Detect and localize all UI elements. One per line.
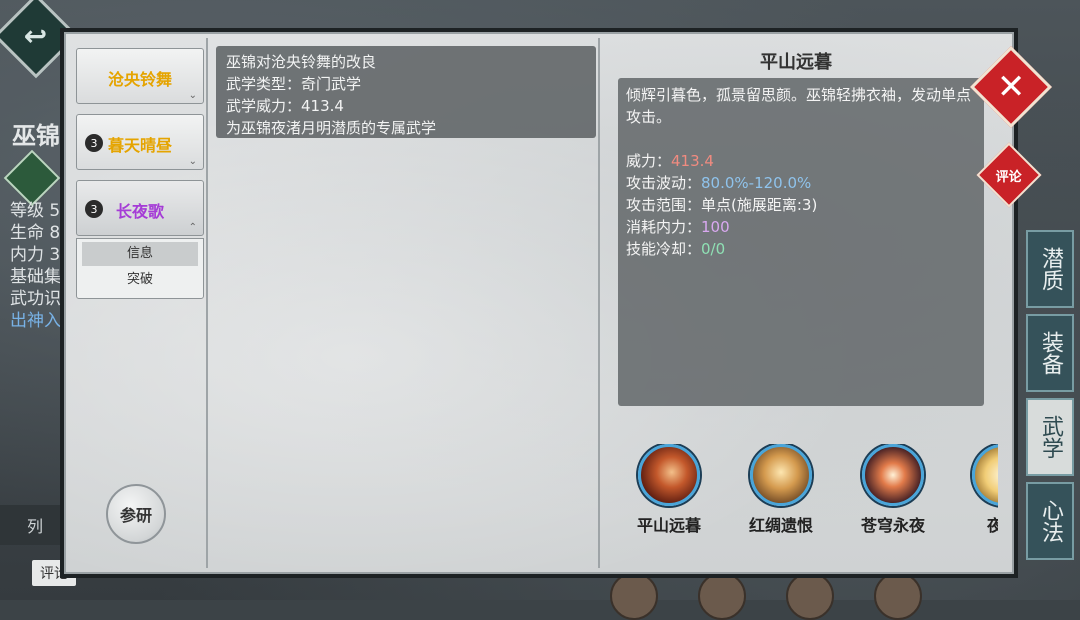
stat-value: 100 (701, 218, 730, 236)
stat-row: 技能冷却：0/0 (626, 238, 976, 260)
skill-icon-label: 平山远暮 (636, 516, 701, 535)
column-divider (598, 38, 600, 568)
comment-label: 评论 (995, 169, 1023, 185)
stat-row: 攻击范围：单点(施展距离:3) (626, 194, 976, 216)
type-label: 武学类型： (226, 75, 302, 93)
description-line: 为巫锦夜渚月明潜质的专属武学 (226, 119, 437, 137)
portrait-avatar[interactable] (698, 572, 746, 620)
glowing-figure-icon (750, 444, 812, 506)
skill-icon-row: 平山远暮 红绸遗恨 苍穹永夜 夜尽 (618, 444, 998, 564)
skill-icon-label: 苍穹永夜 (860, 516, 925, 535)
stat-value: 0/0 (701, 240, 726, 258)
submenu-breakthrough[interactable]: 突破 (82, 268, 198, 292)
character-name: 巫锦 (12, 121, 60, 150)
tab-potential[interactable]: 潜质 (1026, 230, 1074, 308)
stat-link[interactable]: 出神入 (10, 310, 61, 332)
column-divider (206, 38, 208, 568)
skill-dialog: 沧央铃舞 ⌄ 3 暮天晴昼 ⌄ 3 长夜歌 ⌃ 信息 突破 参研 巫锦对沧央铃舞… (60, 28, 1018, 578)
cross-light-icon (862, 444, 924, 506)
stat-value: 413.4 (671, 152, 714, 170)
stat-line: 内力 3 (10, 245, 61, 265)
stat-line: 基础集 (10, 267, 61, 287)
tab-mind-method[interactable]: 心法 (1026, 482, 1074, 560)
skill-item-selected[interactable]: 3 长夜歌 ⌃ (76, 180, 204, 236)
stat-line: 武功识 (10, 289, 61, 309)
skill-item[interactable]: 3 暮天晴昼 ⌄ (76, 114, 204, 170)
description-type: 武学类型：奇门武学 (226, 73, 586, 95)
research-button[interactable]: 参研 (106, 484, 166, 544)
skill-list: 沧央铃舞 ⌄ 3 暮天晴昼 ⌄ 3 长夜歌 ⌃ 信息 突破 (76, 48, 206, 299)
stat-value: 单点(施展距离:3) (701, 196, 818, 214)
sun-burst-icon (972, 444, 998, 506)
description-power: 武学威力：413.4 (226, 95, 586, 117)
stat-value: 80.0%-120.0% (701, 174, 812, 192)
tab-equipment[interactable]: 装备 (1026, 314, 1074, 392)
stat-label: 消耗内力： (626, 218, 702, 236)
skill-icon-button[interactable]: 红绸遗恨 (736, 444, 826, 536)
detail-title: 平山远暮 (760, 52, 832, 73)
chevron-down-icon: ⌄ (188, 156, 197, 167)
back-arrow-icon: ↩ (24, 19, 48, 53)
skill-submenu: 信息 突破 (76, 238, 204, 299)
portrait-avatar[interactable] (786, 572, 834, 620)
stat-row: 消耗内力：100 (626, 216, 976, 238)
stat-label: 攻击范围： (626, 196, 702, 214)
skill-icon-label: 红绸遗恨 (748, 516, 813, 535)
type-value: 奇门武学 (301, 75, 362, 93)
power-value: 413.4 (301, 97, 344, 115)
stat-row: 威力：413.4 (626, 150, 976, 172)
detail-panel: 倾辉引暮色，孤景留思颜。巫锦轻拂衣袖，发动单点攻击。 威力：413.4 攻击波动… (618, 78, 984, 406)
dialog-panel: 沧央铃舞 ⌄ 3 暮天晴昼 ⌄ 3 长夜歌 ⌃ 信息 突破 参研 巫锦对沧央铃舞… (64, 32, 1014, 574)
close-icon: ✕ (996, 67, 1026, 107)
stat-label: 攻击波动： (626, 174, 702, 192)
character-stats: 等级 5 生命 8 内力 3 基础集 武功识 出神入 (10, 200, 61, 332)
power-label: 武学威力： (226, 97, 302, 115)
stat-row: 攻击波动：80.0%-120.0% (626, 172, 976, 194)
skill-name: 沧央铃舞 (107, 70, 172, 89)
description-line: 巫锦对沧央铃舞的改良 (226, 53, 377, 71)
tab-martial-arts[interactable]: 武学 (1026, 398, 1074, 476)
side-tab-bar: 潜质 装备 武学 心法 (1016, 60, 1080, 566)
stat-line: 等级 5 (10, 201, 61, 221)
detail-flavor: 倾辉引暮色，孤景留思颜。巫锦轻拂衣袖，发动单点攻击。 (626, 86, 972, 126)
skill-description: 巫锦对沧央铃舞的改良 武学类型：奇门武学 武学威力：413.4 为巫锦夜渚月明潜… (216, 46, 596, 138)
skill-icon-button[interactable]: 夜尽 (958, 444, 998, 536)
portrait-avatar[interactable] (610, 572, 658, 620)
stat-label: 威力： (626, 152, 672, 170)
skill-icon-button[interactable]: 平山远暮 (624, 444, 714, 536)
skill-icon-label: 夜尽 (986, 516, 998, 535)
skill-name: 暮天晴昼 (107, 136, 172, 155)
stat-line: 生命 8 (10, 223, 61, 243)
skill-item[interactable]: 沧央铃舞 ⌄ (76, 48, 204, 104)
skill-name: 长夜歌 (115, 202, 164, 221)
chevron-down-icon: ⌄ (188, 90, 197, 101)
stat-label: 技能冷却： (626, 240, 702, 258)
flame-slash-icon (638, 444, 700, 506)
skill-icon-button[interactable]: 苍穹永夜 (848, 444, 938, 536)
portrait-avatar[interactable] (874, 572, 922, 620)
submenu-info[interactable]: 信息 (82, 242, 198, 266)
chevron-up-icon: ⌃ (188, 222, 197, 233)
